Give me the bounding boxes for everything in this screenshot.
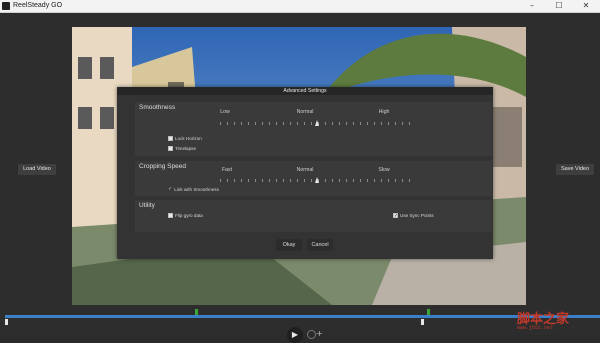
flip-gyro-checkbox[interactable]: Flip gyro data: [168, 213, 203, 218]
checkbox-box[interactable]: ✓: [393, 213, 398, 219]
cropping-speed-slider[interactable]: [220, 177, 413, 184]
checkbox-box[interactable]: [168, 136, 173, 141]
level-label: Normal: [296, 167, 314, 173]
use-sync-points-checkbox[interactable]: ✓ Use Sync Points: [393, 213, 434, 219]
advanced-settings-dialog: Advanced Settings Smoothness Low Normal …: [117, 87, 493, 259]
checkbox-label: Link with Smoothness: [174, 186, 219, 192]
smoothness-slider[interactable]: [220, 120, 413, 127]
timelapse-checkbox[interactable]: Timelapse: [168, 146, 196, 151]
cancel-button[interactable]: Cancel: [307, 239, 333, 251]
section-title: Cropping Speed: [139, 163, 186, 170]
slider-thumb[interactable]: [314, 120, 319, 126]
checkmark-icon[interactable]: ✓: [168, 186, 172, 192]
sync-marker[interactable]: [427, 309, 430, 315]
sync-marker[interactable]: [195, 309, 198, 315]
timeline-bar[interactable]: [5, 315, 600, 318]
trim-start-handle[interactable]: [5, 319, 8, 325]
maximize-button[interactable]: ☐: [548, 0, 570, 12]
checkbox-label: Timelapse: [175, 146, 197, 151]
level-label: High: [378, 109, 390, 115]
dialog-title: Advanced Settings: [117, 87, 493, 95]
site-watermark: 脚本之家 www.jb51.net: [517, 308, 597, 334]
playhead-handle[interactable]: [421, 319, 424, 325]
link-smoothness-checkbox[interactable]: ✓ Link with Smoothness: [168, 186, 219, 192]
load-video-button[interactable]: Load Video: [18, 164, 56, 175]
minimize-button[interactable]: –: [521, 0, 543, 12]
checkbox-label: Flip gyro data: [175, 213, 203, 218]
save-video-button[interactable]: Save Video: [556, 164, 594, 175]
level-label: Low: [220, 109, 230, 115]
slider-thumb[interactable]: [314, 177, 319, 183]
utility-section: Utility Flip gyro data ✓ Use Sync Points: [135, 200, 492, 232]
smoothness-section: Smoothness Low Normal High Lock Horizon …: [135, 102, 492, 156]
app-icon: [2, 2, 10, 10]
level-label: Normal: [296, 109, 314, 115]
section-title: Smoothness: [139, 104, 176, 111]
checkbox-label: Use Sync Points: [400, 213, 434, 218]
add-sync-point-icon[interactable]: +: [316, 329, 323, 338]
title-bar: ReelSteady GO – ☐ ✕: [0, 0, 600, 13]
lock-horizon-checkbox[interactable]: Lock Horizon: [168, 136, 202, 141]
section-title: Utility: [139, 202, 155, 209]
level-label: Slow: [378, 167, 390, 173]
window-title: ReelSteady GO: [13, 2, 63, 9]
checkbox-label: Lock Horizon: [175, 136, 202, 141]
play-button[interactable]: ▶: [287, 327, 303, 343]
cropping-speed-section: Cropping Speed Fast Normal Slow ✓ Link w…: [135, 161, 492, 196]
level-label: Fast: [221, 167, 233, 173]
okay-button[interactable]: Okay: [276, 239, 302, 251]
checkbox-box[interactable]: [168, 146, 173, 151]
close-button[interactable]: ✕: [575, 0, 597, 12]
checkbox-box[interactable]: [168, 213, 173, 218]
